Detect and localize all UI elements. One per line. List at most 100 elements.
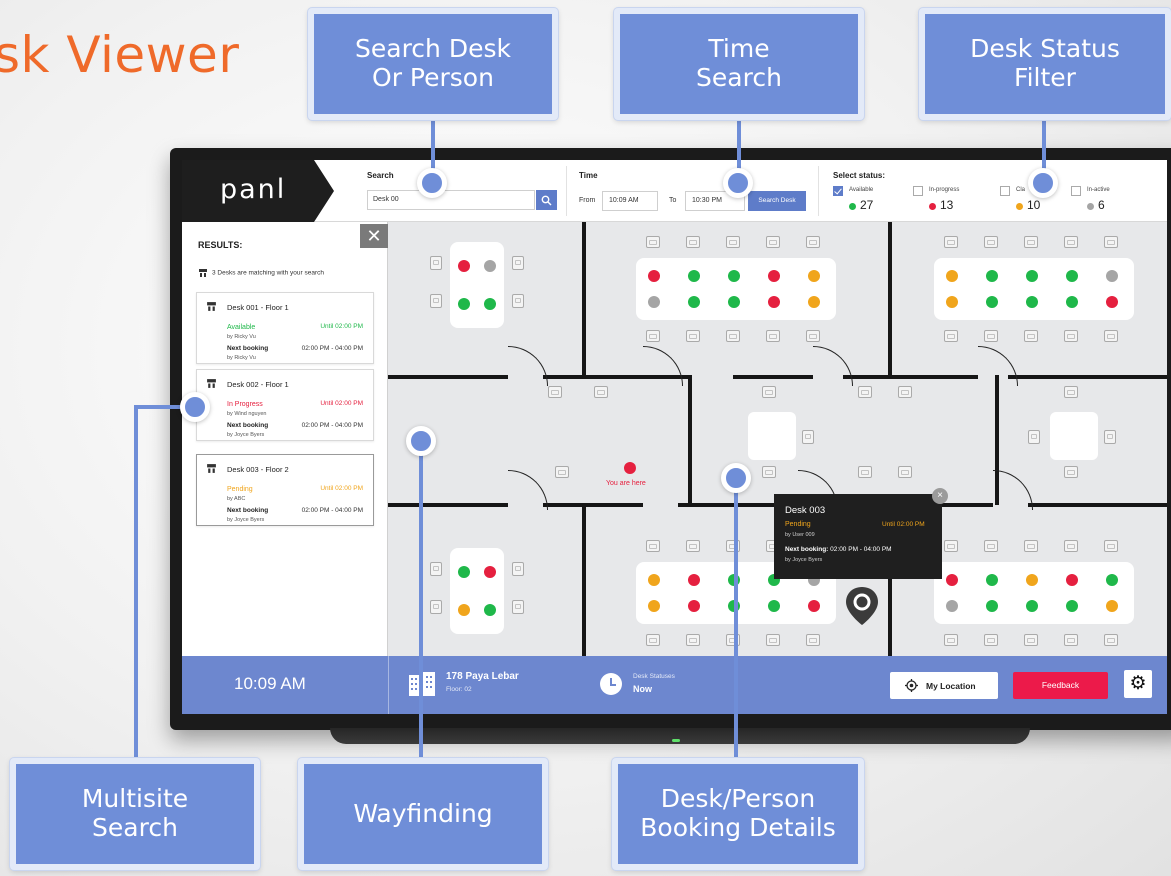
desk-marker[interactable] <box>768 296 780 308</box>
location-pin-icon[interactable] <box>843 585 881 633</box>
floor-map[interactable]: You are here × Desk 003 Pending Until 02… <box>388 222 1167 656</box>
desk-marker[interactable] <box>946 270 958 282</box>
desk-marker[interactable] <box>946 296 958 308</box>
desk-marker[interactable] <box>1026 574 1038 586</box>
callout-wayfinding: Wayfinding <box>298 758 548 870</box>
callout-status-filter-text: Desk Status Filter <box>925 14 1165 114</box>
callout-booking-details: Desk/Person Booking Details <box>612 758 864 870</box>
desk-marker[interactable] <box>484 604 496 616</box>
settings-button[interactable]: ⚙ <box>1124 670 1152 698</box>
desk-marker[interactable] <box>1066 270 1078 282</box>
desk-marker[interactable] <box>986 296 998 308</box>
desk-marker[interactable] <box>728 270 740 282</box>
desk-marker[interactable] <box>986 270 998 282</box>
desk-marker[interactable] <box>688 270 700 282</box>
desk-marker[interactable] <box>458 566 470 578</box>
chair <box>1064 330 1078 342</box>
desk-marker[interactable] <box>688 574 700 586</box>
desk-marker[interactable] <box>458 298 470 310</box>
status-checkbox[interactable] <box>1000 186 1010 196</box>
desk-marker[interactable] <box>688 296 700 308</box>
desk-marker[interactable] <box>1106 296 1118 308</box>
status-checkbox[interactable] <box>913 186 923 196</box>
page-heading: sk Viewer <box>0 26 240 84</box>
chair <box>1104 540 1118 552</box>
site-name[interactable]: 178 Paya Lebar <box>446 671 519 682</box>
desk-marker[interactable] <box>768 270 780 282</box>
desk-marker[interactable] <box>648 270 660 282</box>
desk-marker[interactable] <box>688 600 700 612</box>
desk-marker[interactable] <box>946 574 958 586</box>
desk-marker[interactable] <box>1106 600 1118 612</box>
desk-marker[interactable] <box>808 296 820 308</box>
search-desk-button[interactable]: Search Desk <box>748 191 806 211</box>
status-checkbox[interactable] <box>1071 186 1081 196</box>
desk-marker[interactable] <box>484 260 496 272</box>
desk-marker[interactable] <box>1026 600 1038 612</box>
status-option-label: Available <box>849 187 874 193</box>
desk-statuses-value[interactable]: Now <box>633 684 652 694</box>
desk-marker[interactable] <box>458 260 470 272</box>
desk-marker[interactable] <box>768 600 780 612</box>
desk-marker[interactable] <box>1066 600 1078 612</box>
desk-marker[interactable] <box>986 600 998 612</box>
chair <box>1064 634 1078 646</box>
feedback-button[interactable]: Feedback <box>1013 672 1108 699</box>
result-status: Available <box>227 324 256 331</box>
status-checkbox[interactable] <box>833 186 843 196</box>
divider <box>388 656 389 714</box>
results-title: RESULTS: <box>198 240 243 250</box>
callout-multisite-text: Multisite Search <box>16 764 254 864</box>
callout-search-text: Search Desk Or Person <box>314 14 552 114</box>
meeting-table <box>1050 412 1098 460</box>
search-input[interactable]: Desk 00 <box>367 190 535 210</box>
result-next-range: 02:00 PM - 04:00 PM <box>301 422 363 429</box>
result-card[interactable]: Desk 002 - Floor 1 In Progress Until 02:00… <box>196 369 374 441</box>
desk-marker[interactable] <box>458 604 470 616</box>
result-card[interactable]: Desk 003 - Floor 2 Pending Until 02:00 PM b… <box>196 454 374 526</box>
popup-next-by: by Joyce Byers <box>785 557 823 563</box>
search-button[interactable] <box>536 190 557 210</box>
result-card[interactable]: Desk 001 - Floor 1 Available Until 02:00 P… <box>196 292 374 364</box>
desk-marker[interactable] <box>808 270 820 282</box>
desk-marker[interactable] <box>728 296 740 308</box>
my-location-button[interactable]: My Location <box>890 672 998 699</box>
status-option-0[interactable]: Available 27 <box>833 186 903 214</box>
desk-marker[interactable] <box>484 298 496 310</box>
clock-icon <box>600 673 622 695</box>
desk-marker[interactable] <box>808 600 820 612</box>
popup-close-button[interactable]: × <box>932 488 948 504</box>
desk-marker[interactable] <box>1026 296 1038 308</box>
desk-marker[interactable] <box>1106 270 1118 282</box>
result-next-by: by Ricky Vu <box>227 355 256 361</box>
desk-marker[interactable] <box>986 574 998 586</box>
desk-statuses-label: Desk Statuses <box>633 673 675 680</box>
from-time-input[interactable]: 10:09 AM <box>602 191 658 211</box>
desk-marker[interactable] <box>648 600 660 612</box>
status-option-1[interactable]: In-progress 13 <box>913 186 983 214</box>
booking-popup: × Desk 003 Pending Until 02:00 PM by Use… <box>774 488 948 579</box>
chair <box>686 330 700 342</box>
desk-marker[interactable] <box>484 566 496 578</box>
result-next-by: by Joyce Byers <box>227 517 265 523</box>
kiosk-screen: panl Search Desk 00 Time From 10:09 AM T… <box>182 160 1167 714</box>
desk-marker[interactable] <box>946 600 958 612</box>
chair <box>646 540 660 552</box>
divider <box>566 166 567 216</box>
close-results-button[interactable]: ✕ <box>360 224 388 248</box>
status-option-3[interactable]: In-active 6 <box>1071 186 1141 214</box>
chair <box>726 330 740 342</box>
result-next-by: by Joyce Byers <box>227 432 265 438</box>
desk-marker[interactable] <box>1026 270 1038 282</box>
desk-marker[interactable] <box>648 574 660 586</box>
chair <box>858 386 872 398</box>
wall <box>1028 503 1167 507</box>
desk-marker[interactable] <box>1066 574 1078 586</box>
desk-marker[interactable] <box>1066 296 1078 308</box>
result-until: Until 02:00 PM <box>320 400 363 407</box>
desk-marker[interactable] <box>1106 574 1118 586</box>
site-floor: Floor: 02 <box>446 686 472 693</box>
chair <box>1064 236 1078 248</box>
chair <box>944 540 958 552</box>
desk-marker[interactable] <box>648 296 660 308</box>
